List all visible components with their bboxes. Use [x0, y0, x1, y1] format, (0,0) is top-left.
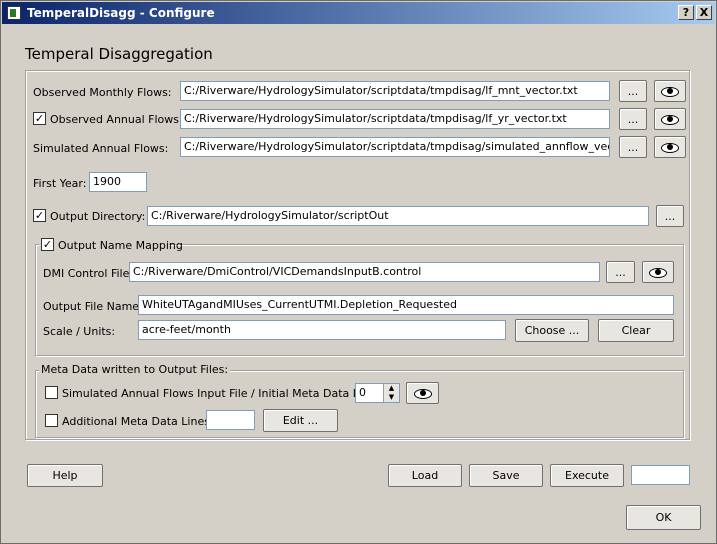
observed-annual-browse-button[interactable]: ... — [619, 108, 647, 130]
dmi-control-field[interactable]: C:/Riverware/DmiControl/VICDemandsInputB… — [129, 262, 600, 282]
simulated-annual-label: Simulated Annual Flows: — [33, 142, 169, 155]
name-mapping-label: Output Name Mapping — [58, 239, 183, 252]
output-directory-checkbox[interactable]: ✓ — [33, 209, 46, 222]
clear-button[interactable]: Clear — [598, 319, 674, 342]
observed-monthly-browse-button[interactable]: ... — [619, 80, 647, 102]
observed-annual-field[interactable]: C:/Riverware/HydrologySimulator/scriptda… — [180, 109, 610, 129]
eye-icon — [661, 142, 679, 153]
sim-metadata-value: 0 — [359, 386, 366, 399]
metadata-group-label: Meta Data written to Output Files: — [39, 363, 231, 376]
sim-metadata-view-button[interactable] — [406, 382, 439, 404]
additional-metadata-checkbox[interactable] — [45, 414, 58, 427]
execute-button[interactable]: Execute — [550, 464, 624, 487]
help-title-button[interactable]: ? — [678, 5, 694, 20]
spin-down-icon[interactable]: ▼ — [384, 393, 399, 402]
simulated-annual-browse-button[interactable]: ... — [619, 136, 647, 158]
first-year-label: First Year: — [33, 177, 87, 190]
additional-metadata-field[interactable] — [206, 410, 255, 430]
eye-icon — [649, 267, 667, 278]
simulated-annual-field[interactable]: C:/Riverware/HydrologySimulator/scriptda… — [180, 137, 610, 157]
eye-icon — [661, 114, 679, 125]
spin-buttons[interactable]: ▲ ▼ — [383, 384, 399, 402]
choose-button[interactable]: Choose ... — [515, 319, 589, 342]
dmi-control-label: DMI Control File: — [43, 267, 134, 280]
page-title: Temperal Disaggregation — [25, 45, 213, 63]
ok-button[interactable]: OK — [626, 505, 701, 530]
dmi-control-browse-button[interactable]: ... — [606, 261, 635, 283]
observed-annual-view-button[interactable] — [654, 108, 686, 130]
observed-monthly-view-button[interactable] — [654, 80, 686, 102]
observed-monthly-field[interactable]: C:/Riverware/HydrologySimulator/scriptda… — [180, 81, 610, 101]
execute-status-field — [631, 465, 690, 485]
observed-monthly-label: Observed Monthly Flows: — [33, 86, 172, 99]
title-bar: TemperalDisagg - Configure ? X — [2, 2, 715, 24]
app-icon — [7, 6, 21, 20]
output-file-name-field[interactable]: WhiteUTAgandMIUses_CurrentUTMI.Depletion… — [138, 295, 674, 315]
output-directory-browse-button[interactable]: ... — [656, 205, 684, 227]
eye-icon — [413, 388, 432, 399]
help-button[interactable]: Help — [27, 464, 103, 487]
eye-icon — [661, 86, 679, 97]
simulated-annual-view-button[interactable] — [654, 136, 686, 158]
configure-dialog: TemperalDisagg - Configure ? X Temperal … — [0, 0, 717, 544]
close-button[interactable]: X — [696, 5, 712, 20]
output-file-name-label: Output File Name: — [43, 300, 143, 313]
name-mapping-checkbox[interactable]: ✓ — [41, 238, 54, 251]
edit-button[interactable]: Edit ... — [263, 409, 338, 432]
sim-metadata-label: Simulated Annual Flows Input File / Init… — [62, 387, 386, 400]
sim-metadata-checkbox[interactable] — [45, 386, 58, 399]
dmi-control-view-button[interactable] — [642, 261, 674, 283]
observed-annual-checkbox[interactable]: ✓ — [33, 112, 46, 125]
first-year-field[interactable]: 1900 — [89, 172, 147, 192]
scale-units-field[interactable]: acre-feet/month — [138, 320, 506, 340]
additional-metadata-label: Additional Meta Data Lines: — [62, 415, 214, 428]
window-title: TemperalDisagg - Configure — [27, 6, 215, 20]
load-button[interactable]: Load — [388, 464, 462, 487]
observed-annual-label: Observed Annual Flows: — [50, 113, 183, 126]
scale-units-label: Scale / Units: — [43, 325, 116, 338]
save-button[interactable]: Save — [469, 464, 543, 487]
sim-metadata-spinbox[interactable]: 0 ▲ ▼ — [355, 383, 400, 403]
output-directory-label: Output Directory: — [50, 210, 146, 223]
spin-up-icon[interactable]: ▲ — [384, 384, 399, 393]
output-directory-field[interactable]: C:/Riverware/HydrologySimulator/scriptOu… — [147, 206, 649, 226]
